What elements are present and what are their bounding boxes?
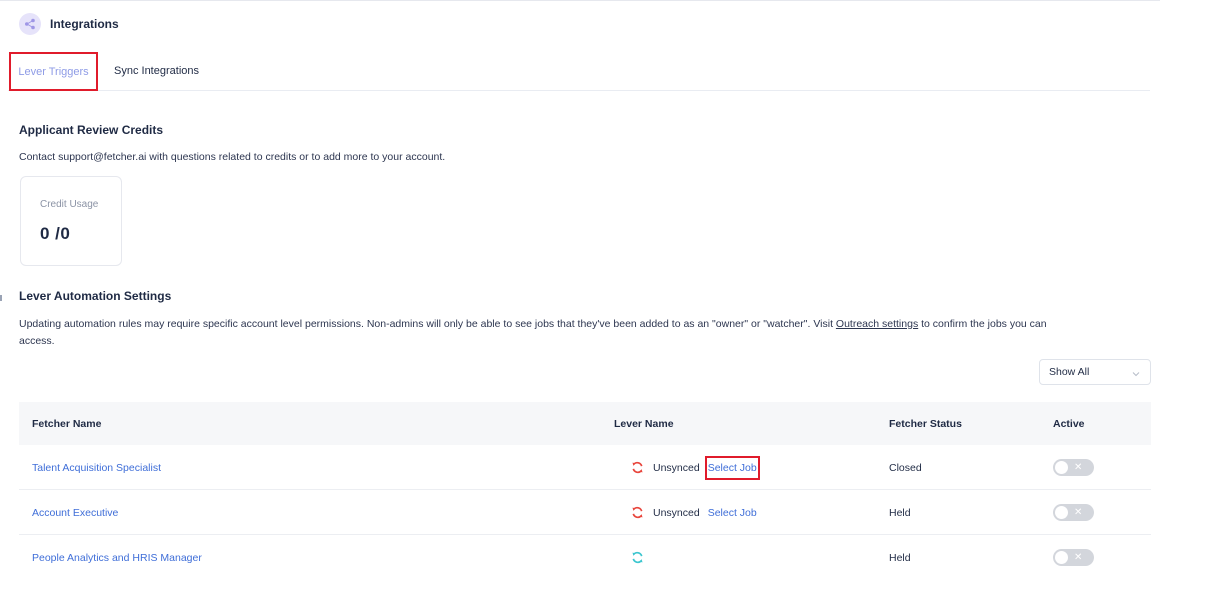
active-cell: ✕: [1053, 445, 1094, 490]
table-row: Talent Acquisition Specialist Unsynced S…: [19, 445, 1151, 490]
page-title: Integrations: [50, 17, 119, 31]
tab-bar: Lever Triggers Sync Integrations: [8, 52, 1150, 91]
fetcher-name-link[interactable]: People Analytics and HRIS Manager: [32, 552, 202, 564]
fetcher-status-cell: Held: [889, 506, 911, 519]
chevron-down-icon: [1132, 368, 1140, 380]
toggle-knob: [1055, 551, 1068, 564]
show-filter-value: Show All: [1049, 366, 1090, 378]
synced-icon: [632, 551, 643, 564]
credits-description: Contact support@fetcher.ai with question…: [19, 151, 446, 163]
header-fetcher-status: Fetcher Status: [889, 417, 962, 430]
unsynced-icon: [632, 461, 643, 474]
automation-description-suffix: to confirm the jobs you can: [918, 318, 1047, 330]
share-icon: [19, 13, 41, 35]
sync-status-text: Unsynced: [653, 506, 700, 519]
active-cell: ✕: [1053, 535, 1094, 580]
lever-name-cell: Unsynced Select Job: [631, 445, 760, 490]
table-row: People Analytics and HRIS Manager Held ✕: [19, 535, 1151, 580]
header-active: Active: [1053, 417, 1085, 430]
automation-description-text: Updating automation rules may require sp…: [19, 318, 836, 330]
automation-section-title: Lever Automation Settings: [19, 289, 172, 303]
toggle-knob: [1055, 461, 1068, 474]
lever-triggers-table: Fetcher Name Lever Name Fetcher Status A…: [19, 402, 1151, 580]
close-icon: ✕: [1074, 462, 1083, 473]
fetcher-status-cell: Held: [889, 551, 911, 564]
header-lever-name: Lever Name: [614, 417, 674, 430]
credit-usage-value: 0 /0: [40, 224, 71, 243]
show-filter-select[interactable]: Show All: [1039, 359, 1151, 385]
toggle-knob: [1055, 506, 1068, 519]
outreach-settings-link[interactable]: Outreach settings: [836, 318, 918, 330]
table-row: Account Executive Unsynced Select Job He…: [19, 490, 1151, 535]
fetcher-status-cell: Closed: [889, 461, 922, 474]
header-fetcher-name: Fetcher Name: [32, 417, 102, 430]
unsynced-icon: [632, 506, 643, 519]
fetcher-name-link[interactable]: Account Executive: [32, 507, 118, 519]
tab-sync-integrations[interactable]: Sync Integrations: [114, 52, 199, 90]
credit-usage-card: Credit Usage 0 /0: [20, 176, 122, 266]
lever-name-cell: [631, 535, 653, 580]
select-job-link[interactable]: Select Job: [704, 455, 760, 480]
automation-description-line2: access.: [19, 335, 55, 347]
sync-status-text: Unsynced: [653, 461, 700, 474]
automation-description: Updating automation rules may require sp…: [19, 316, 1144, 350]
active-cell: ✕: [1053, 490, 1094, 535]
page-header: Integrations: [19, 13, 119, 35]
lever-name-cell: Unsynced Select Job: [631, 490, 757, 535]
tab-lever-triggers[interactable]: Lever Triggers: [9, 52, 98, 91]
active-toggle[interactable]: ✕: [1053, 504, 1094, 521]
left-edge-marker: [0, 295, 2, 301]
top-divider: [0, 0, 1160, 1]
credits-section-title: Applicant Review Credits: [19, 123, 164, 137]
fetcher-name-link[interactable]: Talent Acquisition Specialist: [32, 462, 161, 474]
select-job-link[interactable]: Select Job: [708, 507, 757, 519]
close-icon: ✕: [1074, 552, 1083, 563]
table-header: Fetcher Name Lever Name Fetcher Status A…: [19, 402, 1151, 445]
credit-usage-label: Credit Usage: [40, 199, 99, 210]
active-toggle[interactable]: ✕: [1053, 459, 1094, 476]
active-toggle[interactable]: ✕: [1053, 549, 1094, 566]
close-icon: ✕: [1074, 507, 1083, 518]
